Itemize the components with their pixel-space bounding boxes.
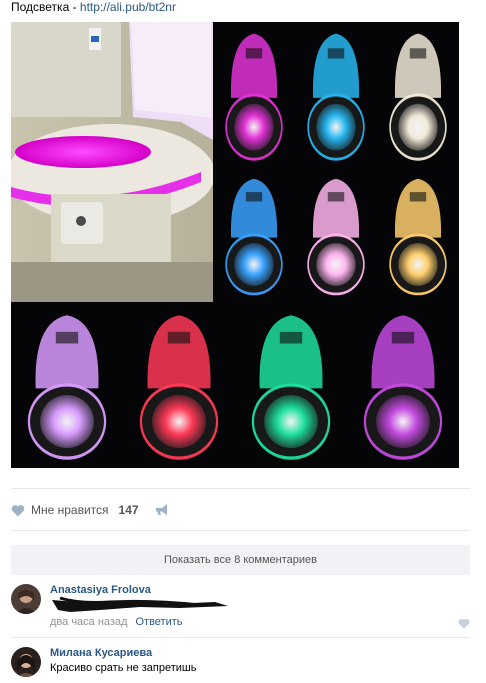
toilet-photo-tile[interactable] (377, 168, 459, 302)
toilet-photo-tile[interactable] (295, 22, 377, 168)
comment-time: два часа назад (50, 616, 128, 628)
toilet-photo-tile[interactable] (213, 168, 295, 302)
toilet-photo-tile-image (213, 22, 295, 168)
post-text: Подсветка - http://ali.pub/bt2nr (11, 0, 176, 14)
reply-link[interactable]: Ответить (135, 616, 182, 628)
post-link[interactable]: http://ali.pub/bt2nr (80, 0, 176, 14)
toilet-photo-main-image (11, 22, 213, 302)
like-button[interactable]: Мне нравится 147 (11, 503, 139, 517)
toilet-photo-tile-image (377, 22, 459, 168)
toilet-photo-tile[interactable] (235, 302, 347, 468)
toilet-photo-tile-image (295, 22, 377, 168)
toilet-photo-tile-image (347, 302, 459, 468)
toilet-photo-tile-image (235, 302, 347, 468)
comment-meta: два часа назад Ответить (50, 616, 183, 628)
photo-collage[interactable] (11, 22, 459, 468)
share-icon[interactable] (155, 504, 169, 516)
comment-text: Красиво срать не запретишь (50, 662, 197, 674)
comment-item: Милана Кусариева Красиво срать не запрет… (11, 647, 470, 683)
toilet-photo-tile[interactable] (377, 22, 459, 168)
toilet-photo-tile-image (123, 302, 235, 468)
toilet-photo-tile[interactable] (213, 22, 295, 168)
post-text-prefix: Подсветка - (11, 0, 80, 14)
toilet-photo-tile[interactable] (123, 302, 235, 468)
show-all-comments-button[interactable]: Показать все 8 комментариев (11, 545, 470, 575)
comment-author[interactable]: Милана Кусариева (50, 647, 152, 659)
toilet-photo-main[interactable] (11, 22, 213, 302)
divider (11, 637, 470, 638)
post-actions: Мне нравится 147 (11, 500, 169, 520)
divider (11, 488, 470, 489)
comment-item: Anastasiya Frolova два часа назад Ответит… (11, 584, 470, 632)
avatar[interactable] (11, 647, 41, 677)
toilet-photo-tile[interactable] (347, 302, 459, 468)
like-label: Мне нравится (31, 503, 109, 517)
toilet-photo-tile-image (11, 302, 123, 468)
toilet-photo-tile-image (377, 168, 459, 302)
redacted-text-scribble (52, 596, 228, 612)
avatar-image (11, 647, 41, 677)
like-count: 147 (118, 503, 139, 517)
avatar-image (11, 584, 41, 614)
comment-like-icon[interactable] (458, 618, 470, 629)
toilet-photo-tile[interactable] (295, 168, 377, 302)
divider (11, 530, 470, 531)
heart-icon (11, 504, 25, 516)
toilet-photo-tile[interactable] (11, 302, 123, 468)
toilet-photo-tile-image (213, 168, 295, 302)
avatar[interactable] (11, 584, 41, 614)
toilet-photo-tile-image (295, 168, 377, 302)
